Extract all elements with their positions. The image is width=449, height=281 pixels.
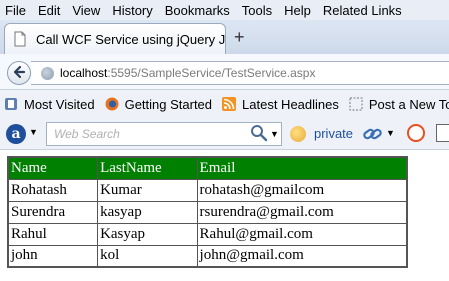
menu-tools[interactable]: Tools: [242, 3, 272, 18]
page-icon: [349, 97, 363, 111]
cell-email: rohatash@gmailcom: [196, 178, 408, 202]
search-icon: [250, 124, 268, 145]
cell-lastname: Kumar: [97, 178, 198, 202]
back-arrow-icon: [12, 65, 26, 82]
tab-title: Call WCF Service using jQuery JSO...: [36, 31, 225, 47]
link-icon[interactable]: [363, 125, 383, 146]
bookmark-latest-headlines[interactable]: Latest Headlines: [222, 97, 339, 112]
search-placeholder: Web Search: [54, 127, 120, 141]
bookmarks-icon: [4, 97, 18, 111]
bookmark-label: Most Visited: [24, 96, 95, 112]
bookmark-label: Latest Headlines: [242, 96, 339, 112]
page-icon: [12, 31, 28, 47]
column-header-name: Name: [7, 156, 99, 180]
menu-view[interactable]: View: [72, 3, 100, 18]
url-path: :5595/SampleService/TestService.aspx: [107, 66, 316, 80]
cell-name: john: [7, 244, 99, 268]
cell-email: rsurendra@gmail.com: [196, 200, 408, 224]
menu-edit[interactable]: Edit: [38, 3, 60, 18]
table-row: Surendra kasyap rsurendra@gmail.com: [7, 200, 408, 224]
privacy-icon[interactable]: [290, 126, 306, 142]
cell-name: Rahul: [7, 222, 99, 246]
bookmark-post-new-topic[interactable]: Post a New Topic: [349, 97, 449, 112]
cell-email: john@gmail.com: [196, 244, 408, 268]
search-toolbar: a ▼ Web Search ▼ private ▼: [0, 118, 449, 150]
table-row: Rohatash Kumar rohatash@gmailcom: [7, 178, 408, 202]
cell-lastname: kasyap: [97, 200, 198, 224]
cell-name: Surendra: [7, 200, 99, 224]
bookmark-getting-started[interactable]: Getting Started: [105, 97, 212, 112]
cell-lastname: kol: [97, 244, 198, 268]
column-header-lastname: LastName: [97, 156, 198, 180]
search-input[interactable]: Web Search: [46, 122, 282, 146]
menu-bar: File Edit View History Bookmarks Tools H…: [0, 0, 449, 20]
tab-strip: Call WCF Service using jQuery JSO... +: [0, 20, 449, 54]
table-row: Rahul Kasyap Rahul@gmail.com: [7, 222, 408, 246]
chevron-down-icon[interactable]: ▼: [386, 128, 395, 138]
cell-lastname: Kasyap: [97, 222, 198, 246]
menu-help[interactable]: Help: [284, 3, 311, 18]
history-icon[interactable]: [407, 124, 425, 142]
bookmark-label: Getting Started: [124, 96, 213, 112]
cell-email: Rahul@gmail.com: [196, 222, 408, 246]
firefox-icon: [105, 97, 119, 111]
menu-history[interactable]: History: [112, 3, 152, 18]
column-header-email: Email: [196, 156, 408, 180]
new-tab-button[interactable]: +: [234, 27, 245, 48]
bookmark-most-visited[interactable]: Most Visited: [4, 97, 95, 112]
browser-tab[interactable]: Call WCF Service using jQuery JSO...: [4, 23, 226, 54]
bookmarks-toolbar: Most Visited Getting Started Latest Head…: [0, 90, 449, 118]
menu-file[interactable]: File: [5, 3, 26, 18]
chevron-down-icon[interactable]: ▼: [29, 127, 38, 137]
back-button[interactable]: [7, 61, 31, 85]
navigation-bar: localhost:5595/SampleService/TestService…: [0, 54, 449, 90]
ask-logo-icon[interactable]: a: [6, 124, 26, 144]
url-host: localhost: [60, 66, 108, 80]
menu-related-links[interactable]: Related Links: [323, 3, 402, 18]
private-label[interactable]: private: [314, 126, 353, 141]
search-button[interactable]: ▼: [250, 124, 280, 144]
globe-icon: [41, 66, 54, 80]
data-table: Name LastName Email Rohatash Kumar rohat…: [7, 156, 408, 268]
menu-bookmarks[interactable]: Bookmarks: [165, 3, 230, 18]
table-header-row: Name LastName Email: [7, 156, 408, 180]
chevron-down-icon: ▼: [270, 129, 279, 139]
page-icon[interactable]: [436, 124, 449, 142]
table-row: john kol john@gmail.com: [7, 244, 408, 268]
address-bar[interactable]: localhost:5595/SampleService/TestService…: [31, 61, 449, 85]
bookmark-label: Post a New Topic: [368, 96, 449, 112]
cell-name: Rohatash: [7, 178, 99, 202]
rss-icon: [222, 97, 237, 111]
